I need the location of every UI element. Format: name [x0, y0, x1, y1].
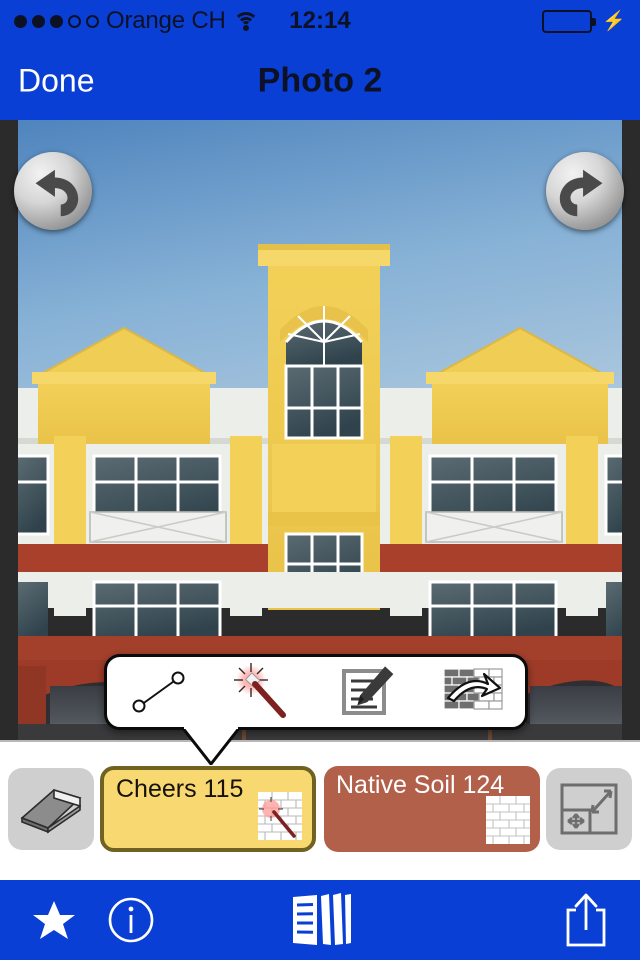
wifi-icon	[232, 11, 259, 31]
photo-annotation-screen: Orange CH 12:14 ⚡ Done Photo 2 Cheers 11…	[0, 0, 640, 960]
tool-popover	[104, 654, 528, 730]
material-chip-label: Native Soil 124	[336, 771, 505, 799]
material-chip-selected[interactable]: Cheers 115	[100, 766, 316, 852]
star-icon	[33, 901, 75, 939]
eraser-button[interactable]	[8, 768, 94, 850]
magic-wand-tool[interactable]	[223, 661, 305, 723]
edit-note-tool[interactable]	[327, 661, 409, 723]
bottom-toolbar	[0, 880, 640, 960]
redo-button[interactable]	[546, 152, 624, 230]
photo-canvas[interactable]	[0, 120, 640, 740]
info-button[interactable]	[100, 880, 162, 960]
status-bar-right: ⚡	[542, 9, 626, 33]
signal-dot-3	[50, 14, 63, 28]
page-title: Photo 2	[257, 61, 383, 100]
undo-button[interactable]	[14, 152, 92, 230]
scale-measure-icon	[560, 783, 618, 835]
signal-dot-2	[32, 14, 45, 28]
signal-dot-5	[86, 14, 99, 28]
signal-dot-1	[14, 14, 27, 28]
navigation-bar: Done Photo 2	[0, 42, 640, 120]
popover-tail	[180, 727, 242, 765]
stacked-pages-icon	[293, 893, 351, 945]
material-palette	[0, 740, 640, 880]
measure-line-tool[interactable]	[118, 661, 200, 723]
share-upload-icon	[566, 893, 606, 947]
material-chip[interactable]: Native Soil 124	[324, 766, 540, 852]
pages-button[interactable]	[289, 880, 355, 960]
carrier-label: Orange CH	[106, 7, 226, 34]
status-bar: Orange CH 12:14 ⚡	[0, 0, 640, 42]
battery-icon	[542, 9, 597, 33]
eraser-icon	[20, 788, 82, 834]
share-button[interactable]	[556, 880, 616, 960]
signal-strength-dots	[14, 14, 99, 28]
material-chip-label: Cheers 115	[116, 775, 244, 803]
brick-icon	[486, 796, 530, 844]
annotated-photo[interactable]	[18, 120, 622, 740]
lightning-bolt-icon: ⚡	[602, 10, 626, 32]
info-circle-icon	[108, 897, 154, 943]
replace-material-tool[interactable]	[432, 661, 514, 723]
scale-button[interactable]	[546, 768, 632, 850]
favorite-button[interactable]	[24, 880, 84, 960]
status-bar-left: Orange CH	[14, 7, 259, 35]
clock-label: 12:14	[289, 7, 351, 34]
signal-dot-4	[68, 14, 81, 28]
brick-wand-icon	[258, 792, 302, 840]
